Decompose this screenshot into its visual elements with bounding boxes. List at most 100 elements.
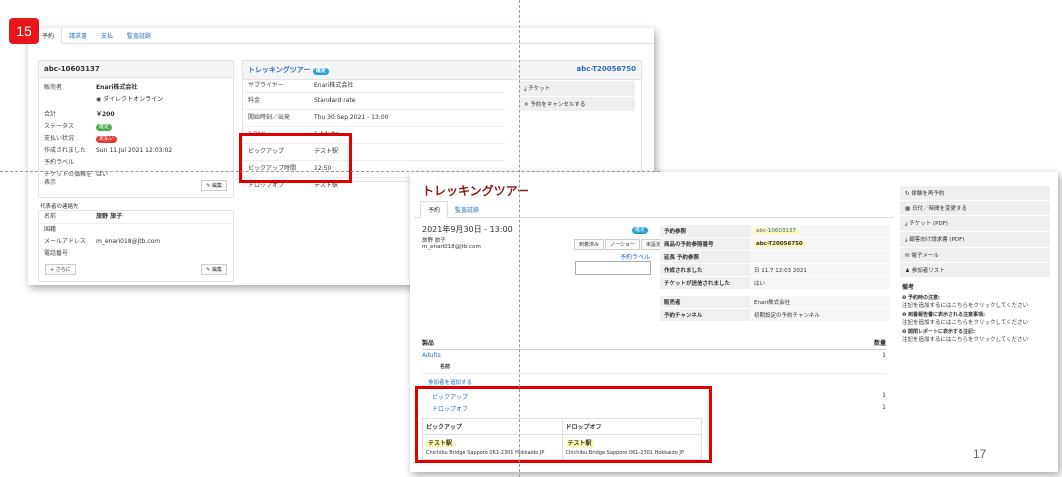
product-row-label: ドロップオフ	[248, 182, 285, 189]
action-sidebar: ↻ 体験を再予約 ▦ 日付／時間を変更する ⤓ チケット (PDF) ⤓ 顧客向…	[900, 186, 1050, 344]
extra-qty: 1	[882, 392, 886, 399]
seller-row: 販売者 Enari株式会社	[39, 82, 233, 94]
no-show-button[interactable]: ノーショー	[605, 239, 640, 250]
highlight-box-old	[239, 133, 352, 183]
ticket-action-label: チケット	[528, 86, 551, 92]
highlight-box-new	[415, 386, 712, 463]
booking-status-badge: 確定	[632, 227, 649, 234]
products-header-row: 製品 数量	[422, 338, 886, 350]
booking-edit-button[interactable]: ✎ 編集	[201, 180, 227, 191]
note-text: 注記を追加するにはこちらをクリックしてください	[902, 320, 1029, 326]
contact-edit-label: 編集	[211, 267, 222, 273]
booking-details-table: 予約参照 abc-10603137 商品の予約参照番号 abc-T20056750 …	[660, 225, 890, 290]
payment-label: 支払い状況	[44, 135, 75, 142]
contact-edit-button[interactable]: ✎ 編集	[201, 264, 227, 275]
table-row: 作成されました日 11.7 12:03 2021	[660, 263, 890, 277]
slide-number-badge: 15	[9, 18, 39, 44]
rebook-action[interactable]: ↻ 体験を再予約	[900, 186, 1050, 201]
tab-audit[interactable]: 監査証跡	[120, 28, 158, 43]
status-label: ステータス	[44, 123, 75, 130]
total-label: 合計	[44, 111, 57, 118]
detail-value: 日 11.7 12:03 2021	[750, 263, 890, 277]
calendar-icon: ▦	[905, 206, 912, 212]
contact-title: 代表者の連絡先	[40, 204, 79, 210]
cancel-booking-action[interactable]: ✕ 予約をキャンセルする	[519, 97, 635, 112]
detail-value	[750, 250, 890, 264]
participant-name-label: 名前	[440, 364, 451, 370]
user-icon: ♟	[905, 268, 912, 274]
ticket-action[interactable]: ⤓ チケット	[519, 81, 635, 97]
booking-ref-value: abc-10603137	[754, 228, 798, 234]
participant-list-action[interactable]: ♟ 参加者リスト	[900, 263, 1050, 278]
arrival-buttons: 到着済み ノーショー 未設定	[574, 239, 666, 250]
channel-value: 初期設定の予約チャンネル	[750, 308, 890, 322]
channel-label: 予約チャンネル	[660, 308, 750, 322]
product-ref[interactable]: abc-T20056750	[577, 65, 637, 75]
phone-row: 電話番号	[39, 248, 233, 260]
customer-name: 旅野 旅子	[422, 238, 446, 244]
tab-booking[interactable]: 予約	[420, 201, 449, 218]
booking-label-link[interactable]: 予約ラベル	[620, 252, 650, 261]
seller-value: Enari株式会社	[96, 84, 138, 91]
email-label: 電子メール	[911, 253, 939, 259]
tab-payment[interactable]: 支払	[94, 28, 120, 43]
booking-label-input[interactable]	[575, 261, 651, 275]
note-item[interactable]: ❶ 開閉レポートに表示する注記: 注記を追加するにはこちらをクリックしてください	[900, 327, 1050, 344]
product-row-label: サプライヤー	[248, 82, 284, 89]
contact-panel: 名前 旅野 旅子 国籍 メールアドレス m_enari018@jtb.com 電話番…	[38, 210, 234, 282]
rebook-label: 体験を再予約	[911, 191, 945, 197]
booking-summary-panel: abc-10603137 販売者 Enari株式会社 ◉ ダイレクトオンライン 合…	[38, 60, 234, 198]
add-participant-link[interactable]: 参加者を追加する	[428, 378, 472, 386]
detail-value: はい	[750, 276, 890, 290]
email-action[interactable]: ✉ 電子メール	[900, 248, 1050, 263]
invoice-pdf-action[interactable]: ⤓ 顧客向け請求書 (PDF)	[900, 232, 1050, 248]
tab-audit[interactable]: 監査証跡	[448, 202, 486, 217]
booking-tabs-new: 予約 監査証跡	[414, 201, 894, 218]
note-item[interactable]: ❶ 到着報告書に表示される注意事項: 注記を追加するにはこちらをクリックしてくださ…	[900, 310, 1050, 327]
phone-label: 電話番号	[44, 250, 69, 257]
detail-label: チケットが送信されました	[660, 276, 750, 290]
table-row: 予約チャンネル 初期設定の予約チャンネル	[660, 308, 890, 322]
arrived-button[interactable]: 到着済み	[574, 239, 605, 250]
table-row: チケットが送信されました はい	[660, 276, 890, 290]
seller-table: 販売者 Enari株式会社 予約チャンネル 初期設定の予約チャンネル	[660, 296, 890, 322]
status-badge: 確定	[96, 124, 113, 131]
table-row: 販売者 Enari株式会社	[660, 296, 890, 309]
product-title[interactable]: トレッキングツアー	[248, 66, 310, 74]
ticket-price-label: チケットの価格を表示	[44, 171, 93, 186]
product-qty: 1	[882, 352, 886, 359]
channel-value: ◉ ダイレクトオンライン	[96, 96, 163, 104]
note-text: 注記を追加するにはこちらをクリックしてください	[902, 303, 1029, 309]
horizontal-guide-line	[0, 171, 660, 172]
divider	[422, 373, 886, 374]
product-header: トレッキングツアー 確定 abc-T20056750	[243, 61, 641, 80]
nationality-label: 国籍	[44, 226, 57, 233]
contact-more-button[interactable]: + さらに	[45, 264, 76, 275]
product-row-label: 料金	[248, 97, 261, 104]
change-date-label: 日付／時間を変更する	[911, 206, 967, 212]
channel-row: ◉ ダイレクトオンライン	[39, 94, 233, 106]
detail-label: 商品の予約参照番号	[660, 237, 750, 251]
seller-label: 販売者	[660, 296, 750, 309]
change-date-action[interactable]: ▦ 日付／時間を変更する	[900, 201, 1050, 216]
label-row: 予約ラベル	[39, 157, 233, 169]
product-ref-value: abc-T20056750	[754, 241, 805, 247]
contact-name-value: 旅野 旅子	[96, 213, 123, 220]
products-header: 製品	[422, 340, 435, 347]
payment-row: 支払い状況 未払い	[39, 133, 233, 145]
note-item[interactable]: ❶ 予約時の注意: 注記を追加するにはこちらをクリックしてください	[900, 293, 1050, 310]
created-row: 作成されました Sun 11.Jul 2021 12:03:02	[39, 145, 233, 157]
email-value: m_enari018@jtb.com	[96, 238, 161, 245]
cancel-booking-label: 予約をキャンセルする	[530, 102, 586, 108]
product-name[interactable]: Adults	[422, 352, 441, 359]
page-number: 17	[973, 447, 987, 461]
product-row-label: 開始時刻／出発	[248, 114, 291, 121]
ticket-pdf-label: チケット (PDF)	[909, 221, 948, 227]
booking-id: abc-10603137	[39, 61, 233, 78]
label-label: 予約ラベル	[44, 159, 75, 166]
seller-label: 販売者	[44, 84, 63, 91]
qty-header: 数量	[873, 340, 886, 347]
tab-invoice[interactable]: 請求書	[62, 28, 94, 43]
ticket-pdf-action[interactable]: ⤓ チケット (PDF)	[900, 216, 1050, 232]
table-row: 商品の予約参照番号 abc-T20056750	[660, 237, 890, 251]
